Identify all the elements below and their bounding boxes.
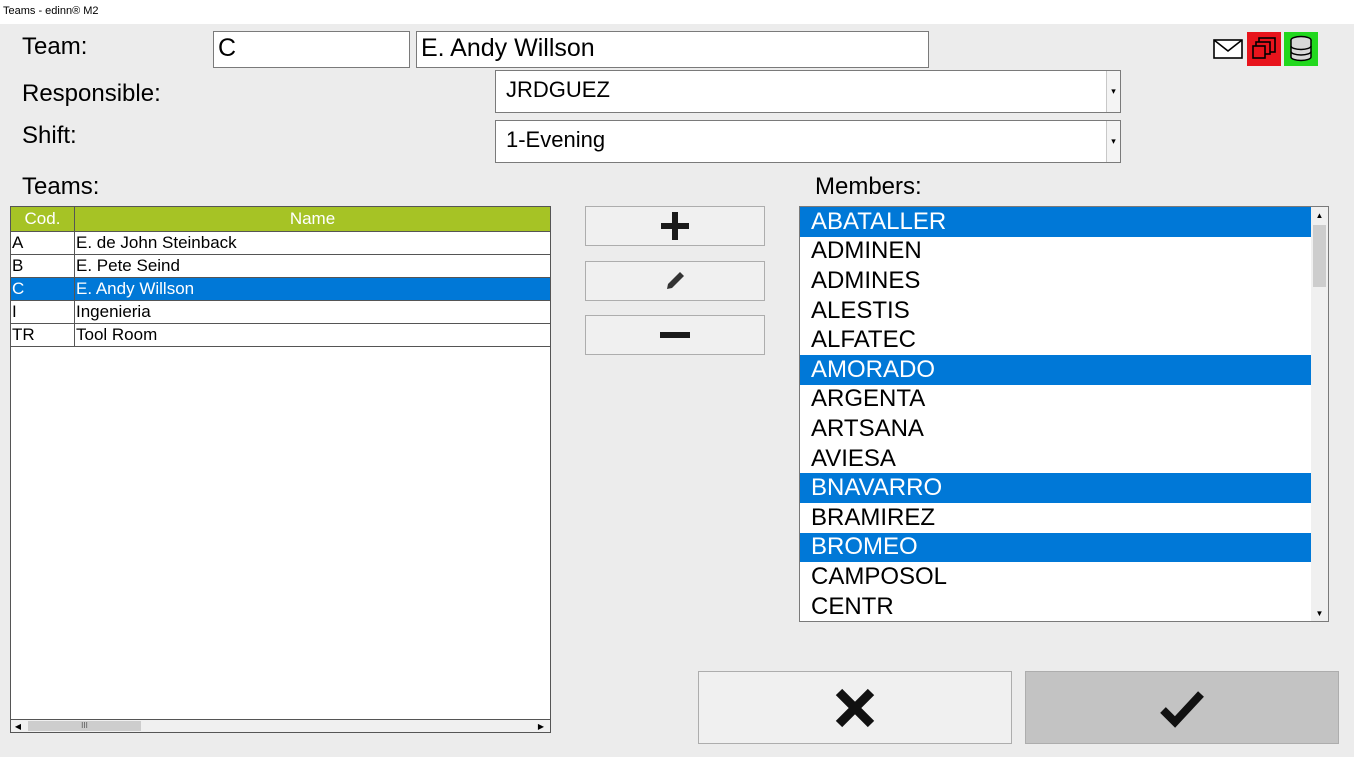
- list-item[interactable]: BRAMIREZ: [800, 503, 1311, 533]
- check-icon: [1160, 690, 1204, 728]
- cell-name: Tool Room: [76, 325, 158, 344]
- plus-icon: [661, 212, 689, 240]
- members-label: Members:: [815, 173, 922, 200]
- list-item[interactable]: ABATALLER: [800, 207, 1311, 237]
- cancel-button[interactable]: [698, 671, 1012, 744]
- cell-code: I: [11, 301, 75, 323]
- list-item[interactable]: BNAVARRO: [800, 473, 1311, 503]
- dropdown-arrow-icon[interactable]: ▾: [1106, 71, 1120, 112]
- cell-code: TR: [11, 324, 75, 346]
- shift-select[interactable]: 1-Evening ▾: [495, 120, 1121, 163]
- pencil-icon: [667, 272, 684, 289]
- list-item[interactable]: AMORADO: [800, 354, 1311, 385]
- scroll-up-icon[interactable]: ▲: [1311, 207, 1328, 223]
- add-button[interactable]: [585, 206, 765, 246]
- database-icon[interactable]: [1284, 32, 1318, 66]
- team-code-field[interactable]: C: [213, 31, 410, 68]
- cell-name: E. Andy Willson: [76, 279, 195, 298]
- shift-value: 1-Evening: [506, 127, 606, 152]
- windows-icon[interactable]: [1247, 32, 1281, 66]
- table-row[interactable]: A E. de John Steinback: [11, 232, 550, 255]
- scrollbar-thumb[interactable]: [1313, 225, 1326, 287]
- team-label: Team:: [22, 33, 88, 60]
- dropdown-arrow-icon[interactable]: ▾: [1106, 121, 1120, 162]
- mail-icon[interactable]: [1211, 32, 1245, 66]
- edit-button[interactable]: [585, 261, 765, 301]
- list-item[interactable]: CENTR: [800, 592, 1311, 621]
- list-item[interactable]: AVIESA: [800, 444, 1311, 474]
- vertical-scrollbar[interactable]: ▲ ▼: [1311, 207, 1328, 621]
- cell-name: E. Pete Seind: [76, 256, 180, 275]
- shift-label: Shift:: [22, 122, 77, 149]
- table-row[interactable]: I Ingenieria: [11, 301, 550, 324]
- cell-code: A: [11, 232, 75, 254]
- list-item[interactable]: CAMPOSOL: [800, 562, 1311, 592]
- list-item[interactable]: ALESTIS: [800, 296, 1311, 326]
- cell-code: B: [11, 255, 75, 277]
- teams-label: Teams:: [22, 173, 100, 200]
- window-title: Teams - edinn® M2: [0, 0, 1354, 24]
- scroll-right-icon[interactable]: ▶: [534, 720, 548, 732]
- members-list[interactable]: ABATALLER ADMINEN ADMINES ALESTIS ALFATEC AMO…: [799, 206, 1329, 622]
- close-icon: [835, 688, 875, 727]
- team-name-field[interactable]: E. Andy Willson: [416, 31, 929, 68]
- list-item[interactable]: BROMEO: [800, 532, 1311, 563]
- responsible-value: JRDGUEZ: [506, 77, 610, 102]
- minus-icon: [660, 332, 690, 338]
- list-item[interactable]: ARTSANA: [800, 414, 1311, 444]
- scroll-down-icon[interactable]: ▼: [1311, 605, 1328, 621]
- confirm-button[interactable]: [1025, 671, 1339, 744]
- list-item[interactable]: ADMINES: [800, 266, 1311, 296]
- table-row[interactable]: C E. Andy Willson: [11, 278, 550, 301]
- list-item[interactable]: ADMINEN: [800, 237, 1311, 267]
- teams-grid[interactable]: Cod. Name A E. de John Steinback B E. Pete …: [10, 206, 551, 733]
- responsible-label: Responsible:: [22, 80, 161, 107]
- horizontal-scrollbar[interactable]: ◀ III ▶: [11, 719, 550, 732]
- responsible-select[interactable]: JRDGUEZ ▾: [495, 70, 1121, 113]
- grid-rows: A E. de John Steinback B E. Pete Seind C E. A…: [11, 232, 550, 347]
- column-header-code[interactable]: Cod.: [11, 207, 75, 231]
- column-header-name[interactable]: Name: [75, 207, 550, 231]
- list-item[interactable]: ALFATEC: [800, 325, 1311, 355]
- cell-code: C: [11, 278, 75, 300]
- list-item[interactable]: ARGENTA: [800, 385, 1311, 415]
- table-row[interactable]: TR Tool Room: [11, 324, 550, 347]
- grid-header: Cod. Name: [11, 207, 550, 232]
- cell-name: E. de John Steinback: [76, 233, 237, 252]
- remove-button[interactable]: [585, 315, 765, 355]
- scroll-left-icon[interactable]: ◀: [11, 720, 25, 732]
- cell-name: Ingenieria: [76, 302, 151, 321]
- table-row[interactable]: B E. Pete Seind: [11, 255, 550, 278]
- member-items: ABATALLER ADMINEN ADMINES ALESTIS ALFATEC AMO…: [800, 207, 1328, 621]
- scrollbar-thumb[interactable]: III: [28, 721, 141, 731]
